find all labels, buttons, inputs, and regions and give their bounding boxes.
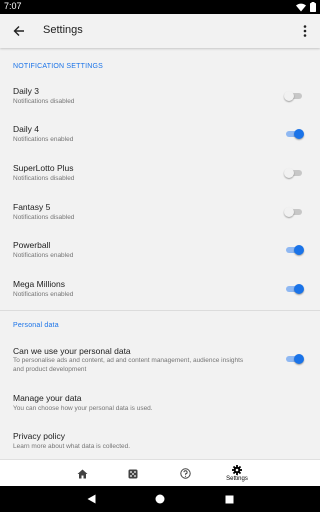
nav-dice[interactable] bbox=[115, 460, 151, 487]
pref-title: Privacy policy bbox=[13, 431, 65, 441]
pref-subtitle: Notifications disabled bbox=[13, 175, 75, 182]
nav-home[interactable] bbox=[64, 460, 100, 487]
pref-subtitle: Notifications enabled bbox=[13, 291, 74, 298]
more-vert-icon bbox=[303, 25, 307, 37]
pref-title: Powerball bbox=[13, 240, 51, 250]
superlotto-plus-switch[interactable] bbox=[284, 166, 304, 180]
powerball-switch[interactable] bbox=[284, 243, 304, 257]
arrow-back-icon bbox=[13, 26, 24, 36]
status-icons bbox=[296, 1, 316, 13]
fantasy-5-switch[interactable] bbox=[284, 205, 304, 219]
daily-4-switch[interactable] bbox=[284, 127, 304, 141]
status-bar: 7:07 bbox=[0, 0, 320, 14]
pref-subtitle: Notifications enabled bbox=[13, 136, 74, 143]
pref-subtitle: You can choose how your personal data is… bbox=[13, 405, 153, 412]
recents-square-icon bbox=[225, 495, 233, 503]
system-navigation-bar bbox=[0, 486, 320, 512]
pref-subtitle: Notifications disabled bbox=[13, 98, 75, 105]
pref-title: Manage your data bbox=[13, 393, 82, 403]
pref-title: Daily 4 bbox=[13, 124, 39, 134]
pref-title: Daily 3 bbox=[13, 86, 39, 96]
help-icon bbox=[179, 468, 191, 479]
notification-settings-header: NOTIFICATION SETTINGS bbox=[13, 63, 104, 70]
bottom-navigation: Settings bbox=[0, 459, 320, 486]
home-circle-icon bbox=[155, 494, 165, 504]
back-button[interactable] bbox=[8, 20, 30, 42]
pref-subtitle: Learn more about what data is collected. bbox=[13, 443, 131, 450]
pref-subtitle: To personalise ads and content, ad and c… bbox=[13, 357, 244, 373]
system-home-button[interactable] bbox=[153, 492, 167, 506]
more-options-button[interactable] bbox=[298, 20, 312, 42]
pref-title: Fantasy 5 bbox=[13, 202, 51, 212]
section-divider bbox=[0, 310, 320, 311]
personal-data-header: Personal data bbox=[13, 322, 59, 329]
wifi-icon bbox=[296, 3, 306, 11]
mega-millions-switch[interactable] bbox=[284, 282, 304, 296]
pref-title: Mega Millions bbox=[13, 279, 65, 289]
nav-help[interactable] bbox=[167, 460, 203, 487]
daily-3-switch[interactable] bbox=[284, 89, 304, 103]
nav-settings-label: Settings bbox=[226, 476, 248, 482]
home-icon bbox=[77, 469, 87, 478]
app-bar: Settings bbox=[0, 14, 320, 48]
battery-icon bbox=[310, 2, 316, 12]
page-title: Settings bbox=[43, 24, 83, 36]
back-triangle-icon bbox=[87, 494, 95, 504]
pref-title: SuperLotto Plus bbox=[13, 163, 74, 173]
dice-icon bbox=[128, 469, 138, 478]
nav-settings[interactable]: Settings bbox=[219, 460, 255, 487]
pref-subtitle: Notifications disabled bbox=[13, 214, 75, 221]
settings-list[interactable]: NOTIFICATION SETTINGS Daily 3 Notificati… bbox=[0, 48, 320, 459]
gear-icon bbox=[232, 465, 242, 475]
status-time: 7:07 bbox=[4, 1, 22, 11]
pref-title: Can we use your personal data bbox=[13, 346, 131, 356]
personal-data-switch[interactable] bbox=[284, 352, 304, 366]
system-back-button[interactable] bbox=[84, 492, 98, 506]
pref-subtitle: Notifications enabled bbox=[13, 252, 74, 259]
system-recents-button[interactable] bbox=[222, 492, 236, 506]
